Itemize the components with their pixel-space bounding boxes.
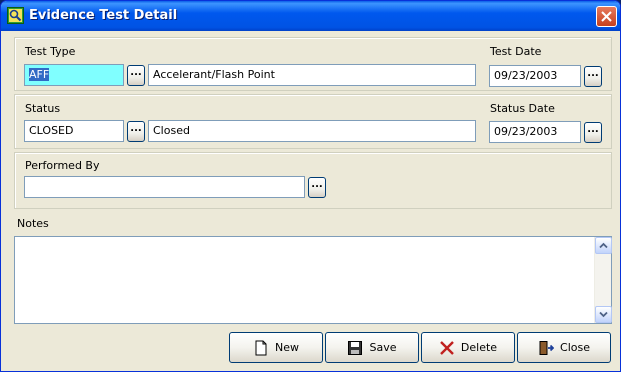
status-code-field[interactable]: CLOSED	[24, 120, 124, 142]
status-date-picker-button[interactable]: ...	[584, 122, 602, 143]
notes-textarea[interactable]	[14, 236, 612, 324]
close-icon	[601, 11, 612, 22]
test-date-label: Test Date	[490, 45, 542, 58]
delete-button-label: Delete	[460, 341, 498, 354]
test-date-field[interactable]: 09/23/2003	[489, 65, 581, 87]
window-close-button[interactable]	[596, 6, 617, 27]
performed-by-group: Performed By ...	[14, 152, 612, 209]
new-button[interactable]: New	[229, 332, 323, 363]
title-bar[interactable]: Evidence Test Detail	[1, 1, 620, 31]
test-type-code-field[interactable]: AFF	[24, 64, 124, 86]
test-type-lookup-button[interactable]: ...	[127, 65, 145, 86]
test-type-description-field[interactable]: Accelerant/Flash Point	[148, 64, 476, 86]
performed-by-field[interactable]	[24, 176, 305, 198]
test-date-picker-button[interactable]: ...	[584, 66, 602, 87]
scroll-up-button[interactable]	[595, 237, 612, 254]
new-button-label: New	[275, 341, 299, 354]
performed-by-lookup-button[interactable]: ...	[308, 177, 326, 198]
evidence-test-detail-window: Evidence Test Detail Test Type AFF ... A…	[0, 0, 621, 372]
delete-x-icon	[439, 340, 455, 356]
save-button-label: Save	[369, 341, 397, 354]
close-button-label: Close	[560, 341, 590, 354]
notes-label: Notes	[17, 217, 49, 230]
chevron-down-icon	[599, 311, 608, 318]
exit-door-icon	[538, 340, 555, 356]
status-group: Status CLOSED ... Closed Status Date 09/…	[14, 94, 612, 149]
status-date-field[interactable]: 09/23/2003	[489, 121, 581, 143]
scroll-down-button[interactable]	[595, 306, 612, 323]
magnifier-icon	[7, 7, 24, 24]
status-label: Status	[25, 102, 61, 115]
delete-button[interactable]: Delete	[421, 332, 515, 363]
floppy-disk-icon	[347, 340, 363, 356]
status-date-label: Status Date	[490, 102, 555, 115]
status-description-field[interactable]: Closed	[148, 120, 476, 142]
chevron-up-icon	[599, 242, 608, 249]
new-document-icon	[253, 340, 269, 356]
status-lookup-button[interactable]: ...	[127, 121, 145, 142]
dialog-body: Test Type AFF ... Accelerant/Flash Point…	[4, 31, 617, 369]
save-button[interactable]: Save	[325, 332, 419, 363]
performed-by-label: Performed By	[25, 159, 100, 172]
window-title: Evidence Test Detail	[29, 8, 178, 23]
test-type-group: Test Type AFF ... Accelerant/Flash Point…	[14, 37, 612, 91]
notes-scrollbar[interactable]	[594, 237, 612, 323]
close-button[interactable]: Close	[517, 332, 611, 363]
test-type-label: Test Type	[25, 45, 76, 58]
